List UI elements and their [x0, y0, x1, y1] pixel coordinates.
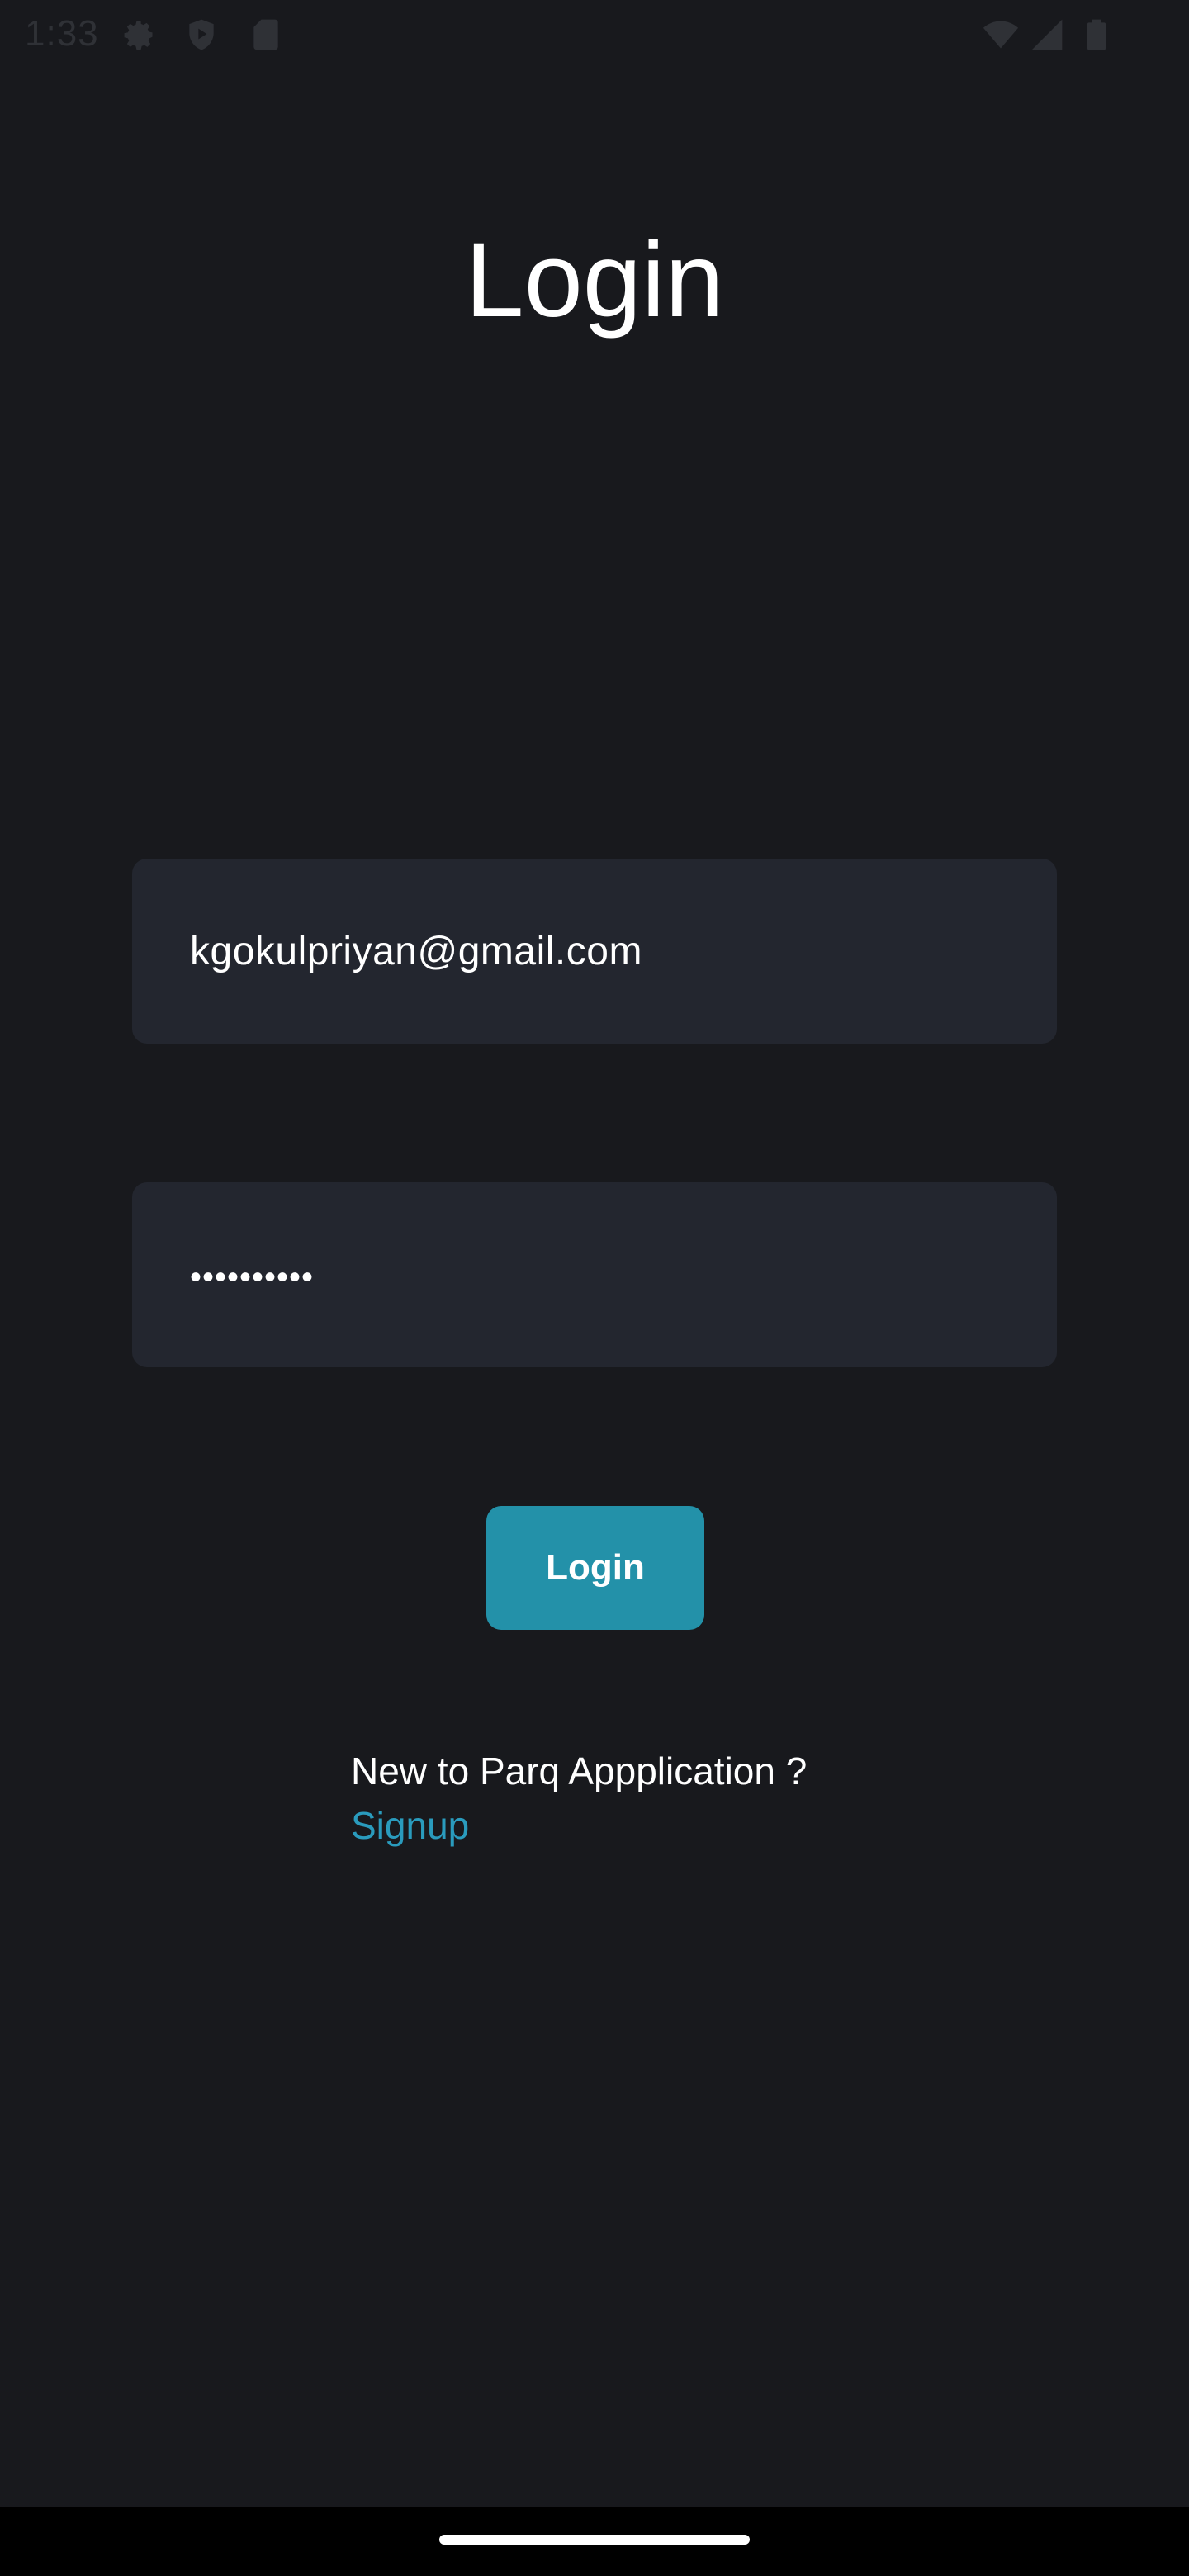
status-time: 1:33 — [25, 13, 99, 54]
wifi-icon — [983, 17, 1019, 53]
shield-play-icon — [183, 17, 220, 53]
login-button[interactable]: Login — [486, 1506, 704, 1630]
email-value: kgokulpriyan@gmail.com — [190, 929, 642, 973]
password-field[interactable]: •••••••••• — [132, 1182, 1057, 1367]
signup-prompt: New to Parq Appplication ? — [351, 1750, 808, 1792]
page-title: Login — [465, 221, 724, 339]
signup-link[interactable]: Signup — [351, 1803, 469, 1848]
home-indicator[interactable] — [439, 2535, 750, 2545]
status-bar: 1:33 — [0, 0, 1189, 69]
email-field[interactable]: kgokulpriyan@gmail.com — [132, 859, 1057, 1044]
gear-icon — [121, 17, 157, 53]
sd-card-icon — [248, 17, 284, 53]
battery-icon — [1078, 17, 1115, 53]
navigation-bar — [0, 2507, 1189, 2576]
signal-icon — [1029, 17, 1065, 53]
login-screen: 1:33 Login kgokulpriyan@gmail.com ••••••… — [0, 0, 1189, 2576]
password-value: •••••••••• — [190, 1258, 315, 1295]
